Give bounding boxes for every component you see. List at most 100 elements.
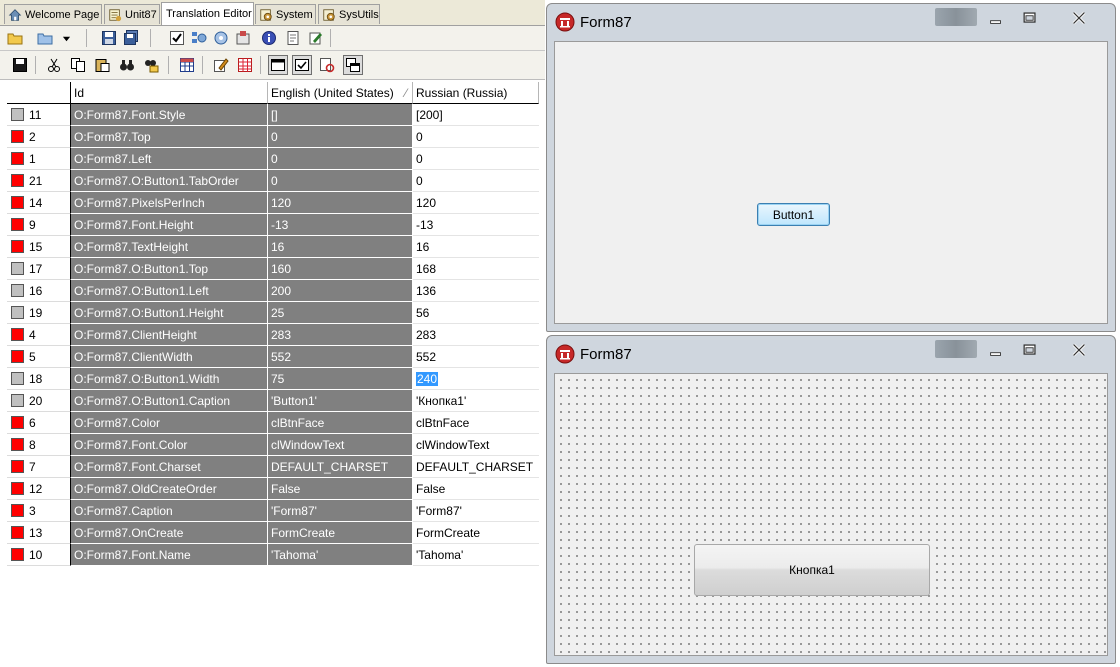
open-folder-icon[interactable] (6, 29, 24, 47)
id-cell[interactable]: O:Form87.Top (71, 126, 268, 148)
russian-cell[interactable]: 283 (413, 324, 539, 346)
id-cell[interactable]: O:Form87.PixelsPerInch (71, 192, 268, 214)
chevron-down-icon[interactable] (60, 29, 72, 47)
table-row[interactable]: 1 O:Form87.Left 0 0 (7, 148, 539, 170)
russian-cell[interactable]: 552 (413, 346, 539, 368)
column-header-number[interactable] (7, 82, 71, 104)
table-row[interactable]: 11 O:Form87.Font.Style[] [200] (7, 104, 539, 126)
table-settings-icon[interactable] (178, 56, 196, 74)
table-row[interactable]: 18 O:Form87.O:Button1.Width 75 240 (7, 368, 539, 390)
save-icon[interactable] (11, 56, 29, 74)
paste-icon[interactable] (93, 56, 111, 74)
russian-cell[interactable]: 240 (413, 368, 539, 390)
table-row[interactable]: 5 O:Form87.ClientWidth 552 552 (7, 346, 539, 368)
minimize-button[interactable] (983, 8, 1009, 28)
english-cell[interactable]: 'Tahoma' (268, 544, 413, 566)
id-cell[interactable]: O:Form87.Caption (71, 500, 268, 522)
window-view-icon[interactable] (268, 55, 288, 75)
row-number-cell[interactable]: 3 (7, 500, 71, 522)
close-button[interactable] (1059, 340, 1099, 360)
copy-icon[interactable] (69, 56, 87, 74)
row-number-cell[interactable]: 12 (7, 478, 71, 500)
row-number-cell[interactable]: 15 (7, 236, 71, 258)
row-number-cell[interactable]: 17 (7, 258, 71, 280)
row-number-cell[interactable]: 10 (7, 544, 71, 566)
id-cell[interactable]: O:Form87.Color (71, 412, 268, 434)
id-cell[interactable]: O:Form87.TextHeight (71, 236, 268, 258)
check-icon[interactable] (168, 29, 186, 47)
maximize-button[interactable] (1017, 8, 1043, 28)
english-cell[interactable]: 25 (268, 302, 413, 324)
edit-document-icon[interactable] (306, 29, 324, 47)
id-cell[interactable]: O:Form87.O:Button1.Caption (71, 390, 268, 412)
russian-cell[interactable]: False (413, 478, 539, 500)
id-cell[interactable]: O:Form87.O:Button1.Height (71, 302, 268, 324)
info-icon[interactable] (260, 29, 278, 47)
russian-cell[interactable]: 0 (413, 126, 539, 148)
id-cell[interactable]: O:Form87.Font.Height (71, 214, 268, 236)
table-row[interactable]: 20 O:Form87.O:Button1.Caption 'Button1' 'Кн… (7, 390, 539, 412)
settings-gear-icon[interactable] (212, 29, 230, 47)
form87-original-window[interactable]: Form87 Button1 (546, 3, 1116, 332)
table-row[interactable]: 19 O:Form87.O:Button1.Height 25 56 (7, 302, 539, 324)
id-cell[interactable]: O:Form87.Font.Style (71, 104, 268, 126)
save-icon[interactable] (100, 29, 118, 47)
id-cell[interactable]: O:Form87.ClientHeight (71, 324, 268, 346)
english-cell[interactable]: 'Button1' (268, 390, 413, 412)
table-row[interactable]: 14 O:Form87.PixelsPerInch 120 120 (7, 192, 539, 214)
table-row[interactable]: 2 O:Form87.Top 0 0 (7, 126, 539, 148)
table-row[interactable]: 10 O:Form87.Font.Name 'Tahoma' 'Tahoma' (7, 544, 539, 566)
tab-translation-editor[interactable]: Translation Editor (161, 2, 254, 25)
table-row[interactable]: 15 O:Form87.TextHeight 16 16 (7, 236, 539, 258)
russian-cell[interactable]: 'Кнопка1' (413, 390, 539, 412)
tab-sysutils[interactable]: SysUtils (318, 4, 380, 24)
english-cell[interactable]: 120 (268, 192, 413, 214)
russian-cell[interactable]: DEFAULT_CHARSET (413, 456, 539, 478)
knopka1-button[interactable]: Кнопка1 (694, 544, 930, 596)
table-row[interactable]: 7 O:Form87.Font.Charset DEFAULT_CHARSET DEF… (7, 456, 539, 478)
english-cell[interactable]: 283 (268, 324, 413, 346)
table-row[interactable]: 16 O:Form87.O:Button1.Left 200 136 (7, 280, 539, 302)
window-titlebar[interactable]: Form87 (547, 336, 1115, 372)
row-number-cell[interactable]: 7 (7, 456, 71, 478)
row-number-cell[interactable]: 18 (7, 368, 71, 390)
column-header-id[interactable]: Id (71, 82, 268, 104)
russian-cell[interactable]: 56 (413, 302, 539, 324)
minimize-button[interactable] (983, 340, 1009, 360)
forms-overlay-icon[interactable] (343, 55, 363, 75)
row-number-cell[interactable]: 2 (7, 126, 71, 148)
cut-icon[interactable] (45, 56, 63, 74)
id-cell[interactable]: O:Form87.ClientWidth (71, 346, 268, 368)
row-number-cell[interactable]: 21 (7, 170, 71, 192)
row-number-cell[interactable]: 5 (7, 346, 71, 368)
column-header-russian[interactable]: Russian (Russia) (413, 82, 539, 104)
id-cell[interactable]: O:Form87.O:Button1.Left (71, 280, 268, 302)
english-cell[interactable]: DEFAULT_CHARSET (268, 456, 413, 478)
english-cell[interactable]: 0 (268, 126, 413, 148)
russian-cell[interactable]: 120 (413, 192, 539, 214)
table-row[interactable]: 6 O:Form87.Color clBtnFace clBtnFace (7, 412, 539, 434)
tab-welcome-page[interactable]: Welcome Page (4, 4, 102, 24)
resource-icon[interactable] (234, 29, 252, 47)
russian-cell[interactable]: clWindowText (413, 434, 539, 456)
english-cell[interactable]: 75 (268, 368, 413, 390)
table-row[interactable]: 21 O:Form87.O:Button1.TabOrder 0 0 (7, 170, 539, 192)
russian-cell[interactable]: 168 (413, 258, 539, 280)
table-row[interactable]: 17 O:Form87.O:Button1.Top 160 168 (7, 258, 539, 280)
english-cell[interactable]: FormCreate (268, 522, 413, 544)
row-number-cell[interactable]: 11 (7, 104, 71, 126)
tab-unit87[interactable]: Unit87 (104, 4, 160, 24)
russian-cell[interactable]: 'Tahoma' (413, 544, 539, 566)
open-project-icon[interactable] (36, 29, 54, 47)
english-cell[interactable]: [] (268, 104, 413, 126)
id-cell[interactable]: O:Form87.O:Button1.TabOrder (71, 170, 268, 192)
form-check-icon[interactable] (292, 55, 312, 75)
id-cell[interactable]: O:Form87.Font.Charset (71, 456, 268, 478)
english-cell[interactable]: -13 (268, 214, 413, 236)
form-refresh-icon[interactable] (318, 56, 336, 74)
english-cell[interactable]: 0 (268, 148, 413, 170)
maximize-button[interactable] (1017, 340, 1043, 360)
id-cell[interactable]: O:Form87.O:Button1.Width (71, 368, 268, 390)
column-header-english[interactable]: English (United States) ⁄ (268, 82, 413, 104)
document-icon[interactable] (284, 29, 302, 47)
